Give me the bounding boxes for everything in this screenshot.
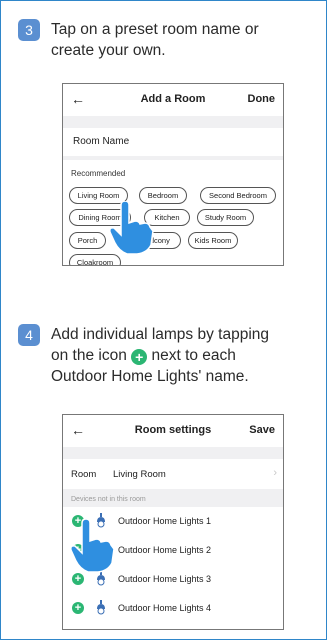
device-name: Outdoor Home Lights 1 xyxy=(118,516,212,526)
tap-hand-icon xyxy=(109,201,154,255)
device-name: Outdoor Home Lights 3 xyxy=(118,574,212,584)
instruction-panel: 3 Tap on a preset room name or create yo… xyxy=(0,0,327,640)
room-settings-header: ← Room settings Save xyxy=(63,415,283,447)
lamp-icon xyxy=(97,571,105,586)
step-4-badge: 4 xyxy=(18,324,40,346)
room-value: Living Room xyxy=(113,469,166,480)
chip-cloakroom[interactable]: Cloakroom xyxy=(69,254,121,265)
save-button[interactable]: Save xyxy=(249,424,275,436)
section-label: Devices not in this room xyxy=(63,489,283,507)
done-button[interactable]: Done xyxy=(248,93,276,105)
add-plus-icon: + xyxy=(131,349,148,365)
add-room-header: ← Add a Room Done xyxy=(63,84,283,116)
room-label: Room xyxy=(71,469,97,480)
add-device-plus-icon[interactable]: + xyxy=(72,573,84,585)
chip-porch[interactable]: Porch xyxy=(69,232,106,249)
tap-hand-icon xyxy=(70,519,115,573)
recommended-label: Recommended xyxy=(71,169,126,178)
chip-kids-room[interactable]: Kids Room xyxy=(188,232,238,249)
divider xyxy=(63,447,283,459)
recommended-chips: Living Room Bedroom Second Bedroom Dinin… xyxy=(63,178,283,265)
lamp-icon xyxy=(97,600,105,615)
room-settings-screen: ← Room settings Save Room Living Room › … xyxy=(62,414,284,630)
step-3-instruction: Tap on a preset room name or create your… xyxy=(51,21,259,59)
chevron-right-icon: › xyxy=(273,467,277,479)
step-4-instruction: Add individual lamps by tapping on the i… xyxy=(51,324,281,387)
divider xyxy=(63,116,283,128)
step-3-badge: 3 xyxy=(18,19,40,41)
device-name: Outdoor Home Lights 2 xyxy=(118,545,212,555)
chip-second-bedroom[interactable]: Second Bedroom xyxy=(200,187,276,204)
room-row[interactable]: Room Living Room › xyxy=(63,459,283,489)
chip-study-room[interactable]: Study Room xyxy=(197,209,254,226)
add-room-screen: ← Add a Room Done Room Name Recommended … xyxy=(62,83,284,266)
add-device-plus-icon[interactable]: + xyxy=(72,602,84,614)
device-name: Outdoor Home Lights 4 xyxy=(118,603,212,613)
room-name-input[interactable]: Room Name xyxy=(63,128,283,156)
device-row: + Outdoor Home Lights 4 xyxy=(63,594,283,623)
